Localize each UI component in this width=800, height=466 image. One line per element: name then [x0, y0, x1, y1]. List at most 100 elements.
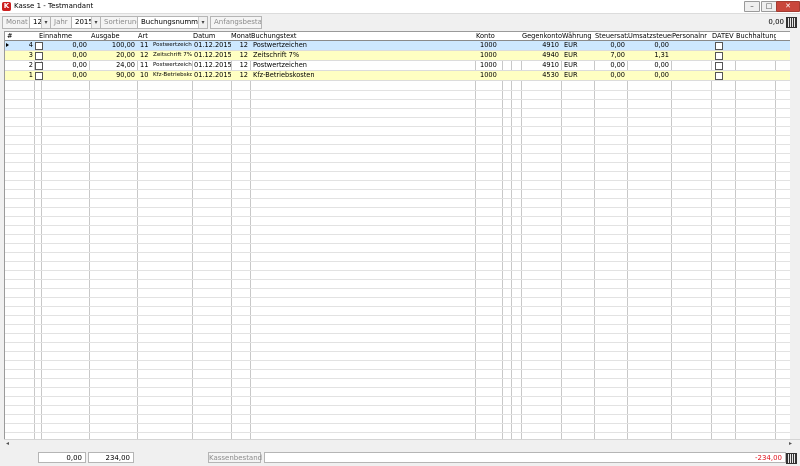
cell-einnahme: 0,00: [72, 51, 87, 59]
window-title: Kasse 1 - Testmandant: [14, 2, 94, 10]
monat-select[interactable]: 12 ▾: [29, 16, 51, 29]
cell-umsatzsteuer: 0,00: [654, 41, 669, 49]
cell-gegenkonto: 4910: [542, 41, 559, 49]
cell-steuersatz: 0,00: [610, 41, 625, 49]
cell-einnahme: 0,00: [72, 41, 87, 49]
cell-buchungstext: Zeitschrift 7%: [253, 51, 300, 59]
datev-checkbox[interactable]: [715, 42, 723, 50]
col-header-ausgabe[interactable]: Ausgabe: [90, 32, 137, 40]
cell-ausgabe: 100,00: [111, 41, 135, 49]
table-row[interactable]: 3 0,00 20,00 12 Zeitschrift 7% 01.12.201…: [5, 51, 791, 61]
cell-datum: 01.12.2015: [194, 61, 231, 69]
footer-summary: 0,00 234,00 Kassenbestand -234,00: [0, 450, 800, 466]
col-header-datum[interactable]: Datum: [192, 32, 231, 40]
cell-ausgabe: 90,00: [116, 71, 135, 79]
calculator-icon[interactable]: [786, 453, 797, 464]
booking-table: # Einnahme Ausgabe Art Datum Monat Buchu…: [4, 31, 792, 441]
cell-steuersatz: 0,00: [610, 71, 625, 79]
kassenbestand-label: Kassenbestand: [208, 452, 263, 463]
cell-konto: 1000: [480, 61, 497, 69]
cell-steuersatz: 0,00: [610, 61, 625, 69]
sum-einnahme: 0,00: [38, 452, 86, 463]
cell-buchungstext: Postwertzeichen: [253, 61, 307, 69]
cell-monat: 12: [239, 51, 248, 59]
sum-ausgabe: 234,00: [88, 452, 134, 463]
col-header-umsatzsteuer[interactable]: Umsatzsteuer: [627, 32, 672, 40]
cell-datum: 01.12.2015: [194, 71, 231, 79]
col-header-einnahme[interactable]: Einnahme: [38, 32, 89, 40]
cell-waehrung: EUR: [564, 71, 578, 79]
sortierung-label: Sortierung: [100, 16, 138, 29]
col-header-buchungstext[interactable]: Buchungstext: [250, 32, 475, 40]
sortierung-value: Buchungsnummer: [141, 18, 206, 26]
col-header-steuersatz[interactable]: Steuersatz: [594, 32, 628, 40]
cell-konto: 1000: [480, 71, 497, 79]
chevron-down-icon[interactable]: ▾: [91, 17, 100, 28]
col-header-art[interactable]: Art: [137, 32, 192, 40]
close-button[interactable]: ✕: [776, 1, 800, 12]
cell-datum: 01.12.2015: [194, 51, 231, 59]
scroll-right-icon[interactable]: ▸: [789, 440, 792, 448]
datev-checkbox[interactable]: [715, 72, 723, 80]
cell-umsatzsteuer: 0,00: [654, 71, 669, 79]
cell-waehrung: EUR: [564, 61, 578, 69]
table-row[interactable]: 1 0,00 90,00 10 Kfz-Betriebsko 01.12.201…: [5, 71, 791, 81]
col-header-buchhaltung[interactable]: Buchhaltung: [735, 32, 776, 40]
cell-waehrung: EUR: [564, 51, 578, 59]
cell-num: 2: [28, 61, 33, 69]
jahr-label: Jahr: [50, 16, 72, 29]
cell-num: 1: [28, 71, 33, 79]
vertical-scrollbar[interactable]: [790, 31, 800, 439]
col-header-personalnr[interactable]: Personalnr: [671, 32, 712, 40]
scroll-left-icon[interactable]: ◂: [6, 440, 9, 448]
minimize-button[interactable]: –: [744, 1, 760, 12]
col-header-konto[interactable]: Konto: [475, 32, 502, 40]
cell-art-code: 11: [140, 41, 149, 49]
cell-datum: 01.12.2015: [194, 41, 231, 49]
cell-num: 3: [28, 51, 33, 59]
app-logo-icon: K: [2, 2, 11, 11]
cell-buchungstext: Postwertzeichen: [253, 41, 307, 49]
cell-gegenkonto: 4910: [542, 61, 559, 69]
table-header: # Einnahme Ausgabe Art Datum Monat Buchu…: [5, 32, 791, 41]
col-header-waehrung[interactable]: Währung: [561, 32, 595, 40]
horizontal-scrollbar[interactable]: ◂ ▸: [4, 439, 800, 449]
cell-art-name: Zeitschrift 7%: [153, 52, 192, 58]
chevron-down-icon[interactable]: ▾: [41, 17, 50, 28]
cell-art-name: Kfz-Betriebsko: [153, 72, 192, 78]
col-header-num[interactable]: #: [6, 32, 35, 40]
calculator-icon[interactable]: [786, 17, 797, 28]
cell-art-name: Postwertzeich: [153, 42, 192, 48]
col-header-monat[interactable]: Monat: [230, 32, 251, 40]
cell-art-code: 11: [140, 61, 149, 69]
cell-konto: 1000: [480, 51, 497, 59]
cell-art-code: 12: [140, 51, 149, 59]
maximize-button[interactable]: □: [761, 1, 777, 12]
cell-einnahme: 0,00: [72, 71, 87, 79]
cell-umsatzsteuer: 1,31: [654, 51, 669, 59]
cell-ausgabe: 24,00: [116, 61, 135, 69]
title-bar: K Kasse 1 - Testmandant – □ ✕: [0, 0, 800, 14]
sortierung-select[interactable]: Buchungsnummer ▾: [137, 16, 208, 29]
anfangsbestand-label: Anfangsbestand: [210, 16, 262, 29]
col-header-datev[interactable]: DATEV: [711, 32, 736, 40]
datev-checkbox[interactable]: [715, 52, 723, 60]
cell-umsatzsteuer: 0,00: [654, 61, 669, 69]
cell-gegenkonto: 4940: [542, 51, 559, 59]
anfangsbestand-value: 0,00: [768, 18, 784, 26]
cell-monat: 12: [239, 71, 248, 79]
col-header-gegenkonto[interactable]: Gegenkonto: [521, 32, 562, 40]
chevron-down-icon[interactable]: ▾: [198, 17, 207, 28]
cell-steuersatz: 7,00: [610, 51, 625, 59]
cell-einnahme: 0,00: [72, 61, 87, 69]
table-row[interactable]: 2 0,00 24,00 11 Postwertzeich 01.12.2015…: [5, 61, 791, 71]
table-row[interactable]: 4 0,00 100,00 11 Postwertzeich 01.12.201…: [5, 41, 791, 51]
cell-waehrung: EUR: [564, 41, 578, 49]
datev-checkbox[interactable]: [715, 62, 723, 70]
cell-buchungstext: Kfz-Betriebskosten: [253, 71, 315, 79]
cell-num: 4: [28, 41, 33, 49]
cell-monat: 12: [239, 41, 248, 49]
cell-konto: 1000: [480, 41, 497, 49]
jahr-select[interactable]: 2015 ▾: [71, 16, 101, 29]
cell-gegenkonto: 4530: [542, 71, 559, 79]
